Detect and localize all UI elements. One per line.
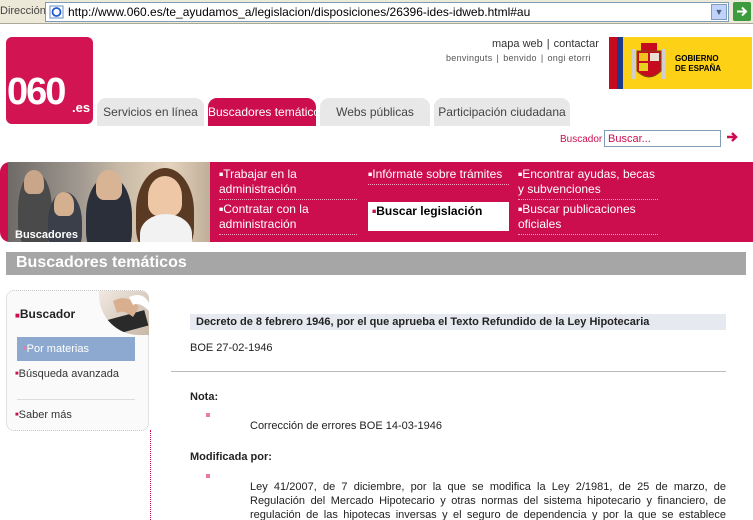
search-go-arrow-icon[interactable] [726,130,740,144]
sidebar-item-por-materias[interactable]: ■Por materias [17,337,135,361]
person-face [54,192,74,216]
chevron-down-icon[interactable]: ▼ [711,4,727,20]
address-url: http://www.060.es/te_ayudamos_a/legislac… [68,5,531,19]
tab-participacion-ciudadana[interactable]: Participación ciudadana [434,98,570,126]
site-map-link[interactable]: mapa web [490,38,545,50]
nota-label: Nota: [190,391,219,403]
sidebar-item-saber-mas[interactable]: ■Saber más [15,408,72,422]
link-contratar-administracion[interactable]: ■Contratar con la administración [219,202,357,236]
address-input[interactable]: http://www.060.es/te_ayudamos_a/legislac… [45,2,729,22]
section-title: Buscadores temáticos [16,254,187,271]
link-encontrar-ayudas[interactable]: ■Encontrar ayudas, becas y subvenciones [518,167,658,201]
lang-galician-link[interactable]: benvido [501,53,539,63]
tab-buscadores-tematicos[interactable]: Buscadores temáticos [208,98,326,126]
search-banner: Buscadores ■Trabajar en la administració… [0,162,753,242]
site-logo[interactable]: 060 .es [6,37,93,124]
coat-of-arms-icon [632,43,666,79]
top-links: mapa web | contactar [490,38,601,50]
divider [17,399,135,400]
sidebar: ■Buscador ■Por materias ■Búsqueda avanza… [6,290,149,431]
decree-title: Decreto de 8 febrero 1946, por el que ap… [196,316,650,328]
modificada-label: Modificada por: [190,451,272,463]
keyboard-hand-image [99,291,149,335]
link-trabajar-administracion[interactable]: ■Trabajar en la administración [219,167,357,201]
government-name: GOBIERNO DE ESPAÑA [675,54,722,73]
sidebar-title: ■Buscador [15,307,76,321]
decree-title-box: Decreto de 8 febrero 1946, por el que ap… [190,314,726,330]
search-input[interactable] [604,130,721,147]
lang-basque-link[interactable]: ongi etorri [545,53,592,63]
lang-catalan-link[interactable]: benvinguts [444,53,495,63]
link-informate-tramites[interactable]: ■Infórmate sobre trámites [368,167,509,186]
contact-link[interactable]: contactar [552,38,601,50]
banner-label: Buscadores [15,229,78,241]
address-label: Dirección [0,5,46,17]
boe-date: BOE 27-02-1946 [190,342,273,354]
language-links: benvinguts | benvido | ongi etorri [444,53,593,63]
logo-suffix: .es [72,100,91,115]
divider [150,430,151,520]
divider [171,371,726,372]
flag-stripe [617,37,623,89]
tab-webs-publicas[interactable]: Webs públicas [320,98,430,126]
correccion-errores-link[interactable]: Corrección de errores BOE 14-03-1946 [250,420,442,432]
bullet-icon [206,413,210,417]
search-label: Buscador [560,134,603,145]
person-face [96,170,122,200]
address-bar: Dirección http://www.060.es/te_ayudamos_… [0,0,753,24]
person-face [148,176,182,216]
person-face [24,170,44,194]
government-logo[interactable]: GOBIERNO DE ESPAÑA [609,37,752,89]
keyboard-icon [105,295,149,335]
bullet-icon [206,474,210,478]
logo-main: 060 [7,71,66,113]
separator: | [546,38,550,50]
tab-servicios-en-linea[interactable]: Servicios en línea [97,98,204,126]
ie-page-icon [49,5,64,19]
flag-stripe [609,37,617,89]
sidebar-item-busqueda-avanzada[interactable]: ■Búsqueda avanzada [15,367,133,381]
link-buscar-publicaciones[interactable]: ■Buscar publicaciones oficiales [518,202,658,236]
ley-modificadora-link[interactable]: Ley 41/2007, de 7 diciembre, por la que … [250,480,726,520]
go-arrow-icon[interactable] [733,2,751,21]
section-header: Buscadores temáticos [6,252,746,275]
link-buscar-legislacion[interactable]: ■Buscar legislación [368,202,509,231]
